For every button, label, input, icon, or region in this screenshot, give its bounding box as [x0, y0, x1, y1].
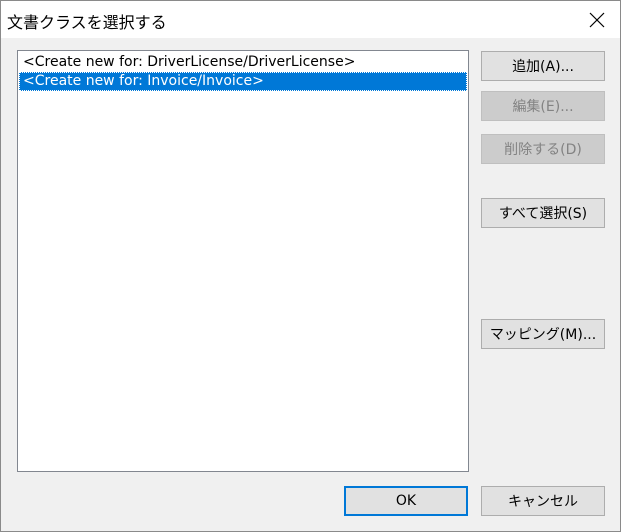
- add-button[interactable]: 追加(A)...: [481, 51, 605, 81]
- title-bar: 文書クラスを選択する: [1, 1, 620, 38]
- window-title: 文書クラスを選択する: [7, 13, 167, 32]
- ok-button[interactable]: OK: [344, 486, 468, 516]
- select-all-button[interactable]: すべて選択(S): [481, 198, 605, 228]
- edit-button[interactable]: 編集(E)...: [481, 91, 605, 121]
- mapping-button[interactable]: マッピング(M)...: [481, 319, 605, 349]
- delete-button[interactable]: 削除する(D): [481, 134, 605, 164]
- list-item[interactable]: <Create new for: DriverLicense/DriverLic…: [19, 53, 467, 72]
- select-document-class-dialog: 文書クラスを選択する <Create new for: DriverLicens…: [0, 0, 621, 532]
- close-button[interactable]: [574, 1, 620, 38]
- list-item[interactable]: <Create new for: Invoice/Invoice>: [19, 72, 467, 91]
- close-icon: [589, 12, 605, 28]
- document-class-list[interactable]: <Create new for: DriverLicense/DriverLic…: [17, 50, 469, 472]
- cancel-button[interactable]: キャンセル: [481, 486, 605, 516]
